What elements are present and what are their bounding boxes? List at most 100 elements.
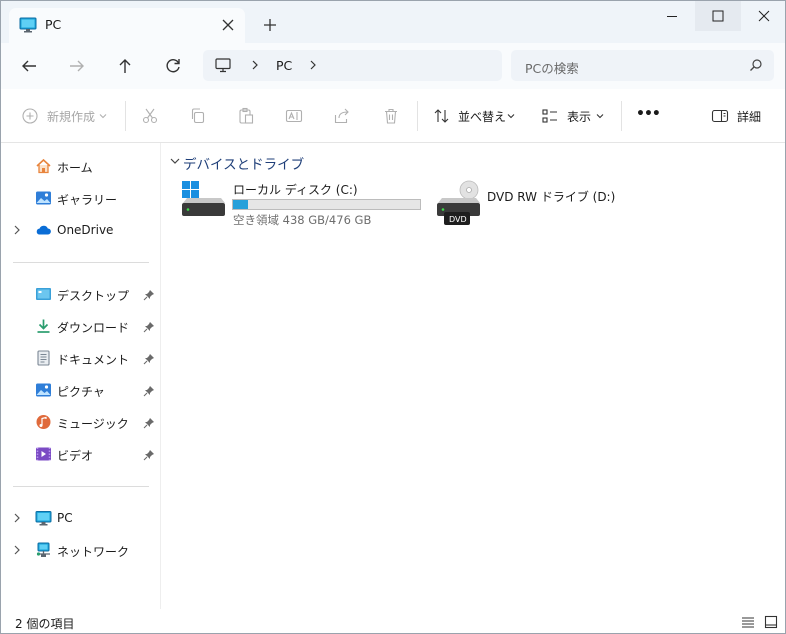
delete-icon[interactable] <box>382 107 400 125</box>
rename-icon[interactable] <box>285 107 303 125</box>
group-header-devices[interactable]: デバイスとドライブ <box>183 153 304 173</box>
sidebar-item-network[interactable]: ネットワーク <box>1 536 161 564</box>
details-view-icon[interactable] <box>741 615 755 629</box>
drive-c-usage-fill <box>233 200 248 209</box>
drive-d-name: DVD RW ドライブ (D:) <box>487 190 616 204</box>
sidebar-item-pc[interactable]: PC <box>1 504 161 532</box>
sidebar-item-desktop[interactable]: デスクトップ <box>1 280 161 308</box>
plus-icon[interactable] <box>259 14 281 36</box>
chevron-down-icon <box>507 114 515 119</box>
sidebar-item-label: ダウンロード <box>57 321 130 335</box>
title-bar: PC <box>1 1 785 43</box>
pin-icon[interactable] <box>143 449 155 461</box>
monitor-icon <box>35 511 52 526</box>
chevron-down-icon <box>596 114 604 119</box>
sidebar-item-home[interactable]: ホーム <box>1 152 161 180</box>
sidebar-divider <box>13 486 149 487</box>
paste-icon[interactable] <box>237 107 255 125</box>
monitor-icon <box>215 58 231 73</box>
toolbar-divider <box>417 101 418 131</box>
sidebar-item-documents[interactable]: ドキュメント <box>1 344 161 372</box>
chevron-down-icon[interactable] <box>169 156 181 166</box>
chevron-right-icon[interactable] <box>12 543 22 557</box>
view-button[interactable]: 表示 <box>541 89 611 143</box>
pin-icon[interactable] <box>143 385 155 397</box>
dvd-badge: DVD <box>449 215 467 224</box>
details-label: 詳細 <box>737 110 762 124</box>
sidebar-item-onedrive[interactable]: OneDrive <box>1 216 161 244</box>
sidebar-item-gallery[interactable]: ギャラリー <box>1 184 161 212</box>
item-count: 2 個の項目 <box>15 617 75 631</box>
sidebar-item-label: ギャラリー <box>57 193 118 207</box>
sidebar-item-videos[interactable]: ビデオ <box>1 440 161 468</box>
refresh-icon[interactable] <box>160 53 186 79</box>
monitor-icon <box>19 17 37 33</box>
pin-icon[interactable] <box>143 321 155 333</box>
breadcrumb-pc[interactable]: PC <box>276 58 292 73</box>
sidebar-item-music[interactable]: ミュージック <box>1 408 161 436</box>
tiles-view-icon[interactable] <box>764 615 778 629</box>
view-label: 表示 <box>567 110 592 124</box>
copy-icon[interactable] <box>189 107 207 125</box>
new-label: 新規作成 <box>47 110 96 124</box>
view-list-icon <box>542 109 557 123</box>
sidebar-item-label: ミュージック <box>57 417 129 431</box>
download-icon <box>37 319 50 333</box>
search-icon[interactable] <box>749 58 763 72</box>
sidebar-item-label: PC <box>57 511 73 525</box>
content-pane: デバイスとドライブ ローカル ディスク (C:) 空き領域 438 GB/476… <box>161 143 785 609</box>
drive-c-usage-bar <box>232 199 421 210</box>
chevron-right-icon[interactable] <box>12 223 22 237</box>
file-explorer-window: PC PC PCの検索 新規作成 並べ替え 表示 ••• 詳細 ホーム ギャラリ… <box>0 0 786 634</box>
pin-icon[interactable] <box>143 289 155 301</box>
arrow-right-icon[interactable] <box>64 53 90 79</box>
pin-icon[interactable] <box>143 353 155 365</box>
maximize-icon[interactable] <box>695 1 741 31</box>
sort-icon <box>434 109 449 123</box>
search-box[interactable]: PCの検索 <box>511 50 774 81</box>
arrow-left-icon[interactable] <box>16 53 42 79</box>
video-icon <box>36 447 51 461</box>
status-bar: 2 個の項目 <box>1 609 785 633</box>
document-icon <box>37 350 50 366</box>
tab-pc[interactable]: PC <box>9 8 245 43</box>
more-options-button[interactable]: ••• <box>636 106 661 122</box>
arrow-up-icon[interactable] <box>112 53 138 79</box>
pin-icon[interactable] <box>143 417 155 429</box>
minimize-icon[interactable] <box>649 1 695 31</box>
drive-d[interactable]: DVD DVD RW ドライブ (D:) <box>433 179 616 229</box>
navigation-pane: ホーム ギャラリー OneDrive デスクトップ ダウンロード ドキュメント … <box>1 143 161 609</box>
network-icon <box>36 542 50 557</box>
command-bar: 新規作成 並べ替え 表示 ••• 詳細 <box>1 89 785 143</box>
sidebar-item-label: デスクトップ <box>57 289 130 303</box>
search-input[interactable]: PCの検索 <box>525 58 579 77</box>
sidebar-item-pictures[interactable]: ピクチャ <box>1 376 161 404</box>
close-icon[interactable] <box>217 14 239 36</box>
address-bar[interactable]: PC <box>203 50 502 81</box>
sort-label: 並べ替え <box>458 110 507 124</box>
sidebar-item-label: ビデオ <box>57 449 94 463</box>
cut-icon[interactable] <box>141 107 159 125</box>
chevron-right-icon[interactable] <box>12 511 22 525</box>
gallery-icon <box>36 191 51 205</box>
sidebar-item-label: ネットワーク <box>57 545 130 559</box>
cloud-icon <box>36 225 51 235</box>
music-icon <box>36 415 51 429</box>
chevron-right-icon[interactable] <box>307 57 319 73</box>
new-button[interactable]: 新規作成 <box>21 89 111 143</box>
details-pane-button[interactable]: 詳細 <box>711 89 771 143</box>
add-circle-icon <box>22 108 38 124</box>
sort-button[interactable]: 並べ替え <box>433 89 523 143</box>
toolbar-divider <box>125 101 126 131</box>
chevron-right-icon[interactable] <box>249 57 261 73</box>
drive-c-name: ローカル ディスク (C:) <box>233 183 358 197</box>
sidebar-item-downloads[interactable]: ダウンロード <box>1 312 161 340</box>
picture-icon <box>36 383 51 397</box>
drive-c-free-space: 空き領域 438 GB/476 GB <box>233 213 372 227</box>
share-icon[interactable] <box>333 107 351 125</box>
close-icon[interactable] <box>741 1 786 31</box>
navigation-bar: PC PCの検索 <box>1 43 785 89</box>
drive-c[interactable]: ローカル ディスク (C:) 空き領域 438 GB/476 GB <box>179 179 424 229</box>
home-icon <box>36 158 51 174</box>
sidebar-divider <box>13 262 149 263</box>
